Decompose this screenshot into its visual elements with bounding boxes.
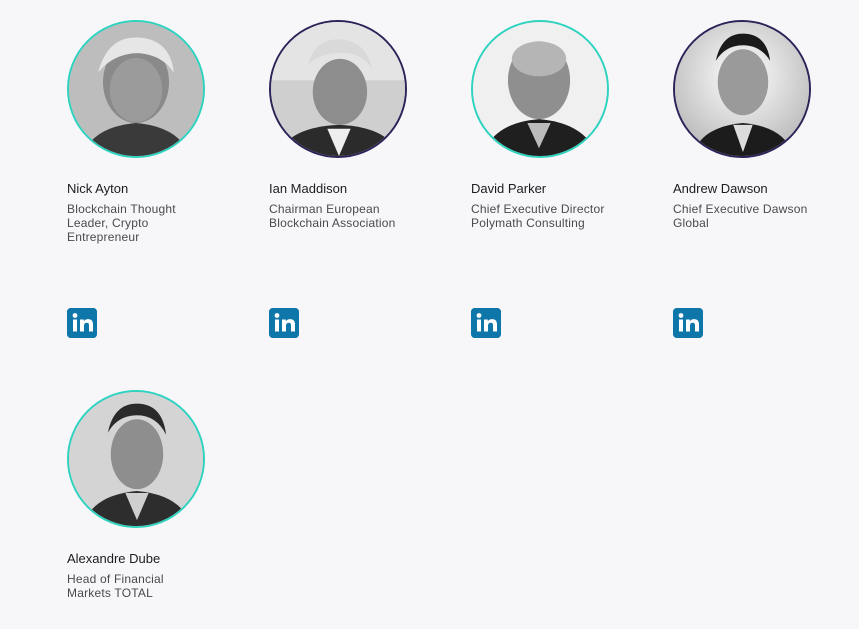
linkedin-icon[interactable] <box>673 308 703 338</box>
linkedin-icon[interactable] <box>67 308 97 338</box>
member-role: Blockchain Thought Leader, Crypto Entrep… <box>67 202 176 244</box>
linkedin-icon[interactable] <box>471 308 501 338</box>
avatar <box>673 20 811 158</box>
avatar <box>67 390 205 528</box>
linkedin-icon[interactable] <box>269 308 299 338</box>
avatar <box>67 20 205 158</box>
member-role: Head of Financial Markets TOTAL <box>67 572 164 600</box>
member-name: Alexandre Dube <box>67 551 161 566</box>
member-name: Nick Ayton <box>67 181 129 196</box>
avatar <box>269 20 407 158</box>
member-name: Andrew Dawson <box>673 181 768 196</box>
member-name: Ian Maddison <box>269 181 348 196</box>
avatar <box>471 20 609 158</box>
member-name: David Parker <box>471 181 547 196</box>
member-role: Chief Executive Director Polymath Consul… <box>471 202 605 230</box>
member-role: Chairman European Blockchain Association <box>269 202 396 230</box>
member-role: Chief Executive Dawson Global <box>673 202 808 230</box>
